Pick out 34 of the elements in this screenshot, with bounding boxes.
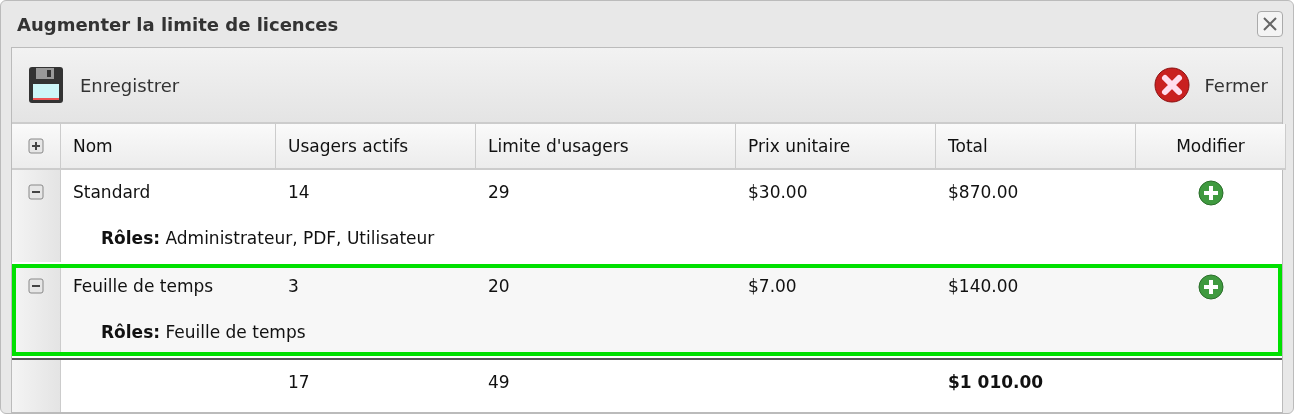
table-cell-text: $30.00 (747, 181, 809, 204)
table-cell-text: $870.00 (947, 181, 1020, 204)
table-cell-text: $140.00 (947, 275, 1020, 298)
column-header[interactable]: Limite d'usagers (476, 124, 736, 170)
table-cell-text: $7.00 (747, 275, 798, 298)
footer-cell-text: 17 (287, 371, 311, 394)
collapse-icon[interactable] (28, 184, 44, 200)
close-icon (1262, 16, 1278, 32)
window-title: Augmenter la limite de licences (17, 13, 339, 35)
collapse-icon[interactable] (28, 278, 44, 294)
column-header[interactable]: Total (936, 124, 1136, 170)
table-cell-text: Feuille de temps (72, 275, 215, 298)
close-icon (1152, 65, 1193, 105)
row-gutter (12, 360, 61, 412)
roles-text: Rôles: Feuille de temps (100, 321, 307, 344)
add-icon[interactable] (1196, 272, 1226, 302)
table-cell-text: 29 (487, 181, 511, 204)
table-cell-text: 20 (487, 275, 511, 298)
footer-cell-text: $1 010.00 (947, 371, 1045, 394)
roles-text: Rôles: Administrateur, PDF, Utilisateur (100, 227, 436, 250)
table-cell-text: 3 (287, 275, 300, 298)
column-header[interactable]: Modifier (1136, 124, 1286, 170)
table-row[interactable]: Feuille de temps 3 20 $7.00 $140.00 Rôles: Feuille de temps (12, 264, 1282, 356)
table-cell-text: 14 (287, 181, 311, 204)
table-cell-text: Standard (72, 181, 152, 204)
expand-icon[interactable] (28, 138, 44, 154)
save-button[interactable]: Enregistrer (26, 64, 180, 106)
close-button[interactable] (1257, 11, 1283, 37)
close-button[interactable]: Fermer (1152, 65, 1268, 105)
column-header[interactable]: Usagers actifs (276, 124, 476, 170)
column-header[interactable]: Nom (61, 124, 276, 170)
column-header[interactable]: Prix unitaire (736, 124, 936, 170)
add-icon[interactable] (1196, 178, 1226, 208)
footer-cell-text: 49 (487, 371, 511, 394)
